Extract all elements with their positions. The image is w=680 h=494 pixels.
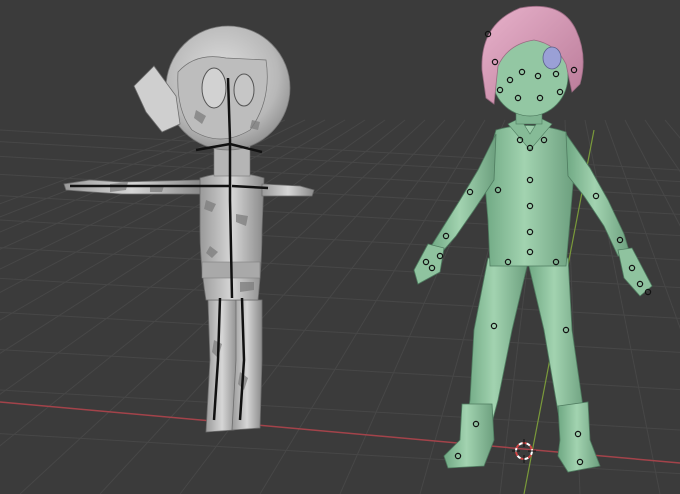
robot-eye-left — [201, 67, 227, 109]
robot-eye-right — [233, 73, 255, 107]
robot-right-leg — [231, 299, 263, 431]
3d-viewport[interactable] — [0, 0, 680, 494]
girl-eye — [542, 46, 562, 70]
